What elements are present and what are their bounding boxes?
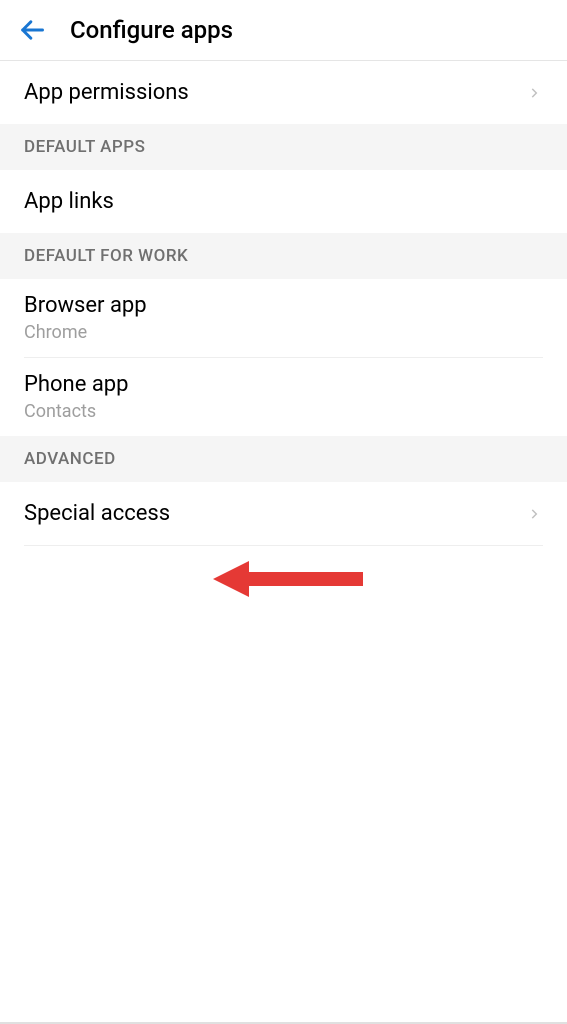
arrow-left-icon	[18, 16, 46, 44]
special-access-item[interactable]: Special access	[0, 482, 567, 545]
list-item-sublabel: Chrome	[24, 322, 87, 343]
browser-app-item[interactable]: Browser app Chrome	[0, 279, 567, 357]
list-item-label: App permissions	[24, 80, 189, 105]
app-links-item[interactable]: App links	[0, 170, 567, 233]
chevron-right-icon	[527, 85, 543, 101]
advanced-section-header: ADVANCED	[0, 436, 567, 482]
divider	[24, 545, 543, 546]
default-apps-section-header: DEFAULT APPS	[0, 124, 567, 170]
list-item-label: App links	[24, 189, 114, 214]
annotation-arrow-icon	[213, 557, 363, 601]
app-header: Configure apps	[0, 0, 567, 61]
list-item-label: Phone app	[24, 372, 129, 397]
phone-app-item[interactable]: Phone app Contacts	[0, 358, 567, 436]
default-for-work-section-header: DEFAULT FOR WORK	[0, 233, 567, 279]
chevron-right-icon	[527, 506, 543, 522]
list-item-sublabel: Contacts	[24, 401, 96, 422]
app-permissions-item[interactable]: App permissions	[0, 61, 567, 124]
back-button[interactable]	[18, 16, 46, 44]
page-title: Configure apps	[70, 16, 233, 44]
list-item-label: Browser app	[24, 293, 147, 318]
list-item-label: Special access	[24, 501, 170, 526]
